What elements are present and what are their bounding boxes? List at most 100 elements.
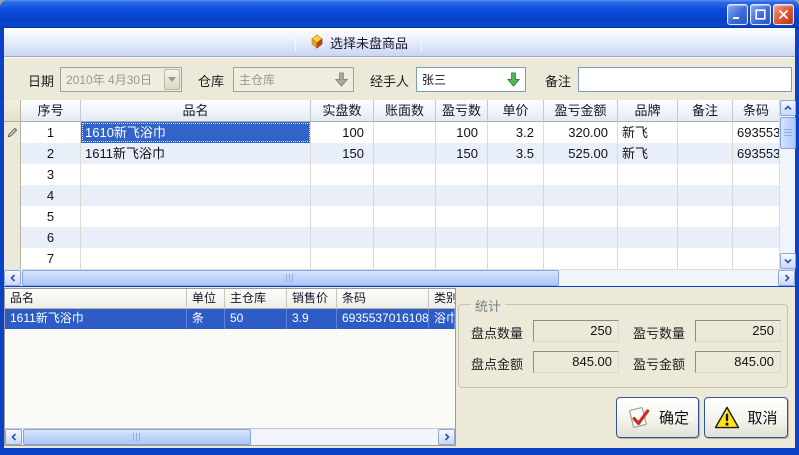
cell-profit-amount[interactable] <box>544 206 618 227</box>
handler-dropdown-button[interactable] <box>502 72 524 87</box>
detail-col-category[interactable]: 类别 <box>429 289 455 309</box>
cell-actual-qty[interactable] <box>311 185 374 206</box>
col-header-seq[interactable]: 序号 <box>21 100 81 122</box>
cell-seq[interactable]: 6 <box>21 227 81 248</box>
col-header-brand[interactable]: 品牌 <box>618 100 678 122</box>
table-row[interactable]: 3 <box>4 164 779 185</box>
cell-actual-qty[interactable] <box>311 164 374 185</box>
table-row[interactable]: 5 <box>4 206 779 227</box>
cell-profit-amount[interactable] <box>544 227 618 248</box>
scroll-left-button[interactable] <box>5 429 22 445</box>
col-header-name[interactable]: 品名 <box>81 100 311 122</box>
cell-barcode[interactable] <box>733 206 779 227</box>
cell-seq[interactable]: 4 <box>21 185 81 206</box>
cell-remark[interactable] <box>678 206 733 227</box>
cell-profit-amount[interactable] <box>544 248 618 269</box>
cell-seq[interactable]: 1 <box>21 122 81 143</box>
horizontal-scroll-thumb[interactable] <box>23 429 251 445</box>
table-row[interactable]: 6 <box>4 227 779 248</box>
cell-brand[interactable] <box>618 185 678 206</box>
cell-profit-qty[interactable]: 150 <box>436 143 488 164</box>
horizontal-scroll-thumb[interactable] <box>22 270 559 286</box>
cell-name-selected[interactable]: 1610新飞浴巾 <box>81 122 311 143</box>
ok-button[interactable]: 确定 <box>616 397 699 438</box>
date-picker[interactable]: 2010年 4月30日 <box>60 67 182 92</box>
remark-input[interactable] <box>578 67 792 92</box>
vertical-scroll-thumb[interactable] <box>780 117 796 149</box>
cell-remark[interactable] <box>678 227 733 248</box>
cell-unit-price[interactable] <box>488 206 544 227</box>
cell-barcode[interactable] <box>733 185 779 206</box>
cell-seq[interactable]: 2 <box>21 143 81 164</box>
table-row[interactable]: 4 <box>4 185 779 206</box>
cell-brand[interactable]: 新飞 <box>618 143 678 164</box>
cell-name[interactable] <box>81 206 311 227</box>
detail-cell-unit[interactable]: 条 <box>187 309 225 329</box>
cell-profit-amount[interactable] <box>544 185 618 206</box>
detail-cell-category[interactable]: 浴巾 <box>429 309 455 329</box>
cell-name[interactable] <box>81 227 311 248</box>
cell-profit-qty[interactable] <box>436 164 488 185</box>
cell-book-qty[interactable] <box>374 185 436 206</box>
cell-barcode[interactable]: 693553 <box>733 122 779 143</box>
cell-barcode[interactable] <box>733 227 779 248</box>
cell-seq[interactable]: 5 <box>21 206 81 227</box>
cell-book-qty[interactable] <box>374 206 436 227</box>
cell-profit-amount[interactable]: 320.00 <box>544 122 618 143</box>
cell-brand[interactable]: 新飞 <box>618 122 678 143</box>
cell-profit-qty[interactable] <box>436 227 488 248</box>
warehouse-select[interactable]: 主仓库 <box>233 67 354 92</box>
cell-profit-qty[interactable] <box>436 248 488 269</box>
cell-remark[interactable] <box>678 122 733 143</box>
scroll-down-button[interactable] <box>780 253 796 269</box>
cell-barcode[interactable] <box>733 164 779 185</box>
cell-barcode[interactable] <box>733 248 779 269</box>
col-header-barcode[interactable]: 条码 <box>733 100 779 122</box>
col-header-profit-qty[interactable]: 盈亏数 <box>436 100 488 122</box>
cell-unit-price[interactable]: 3.2 <box>488 122 544 143</box>
cell-unit-price[interactable]: 3.5 <box>488 143 544 164</box>
detail-horizontal-scrollbar[interactable] <box>5 428 455 445</box>
table-row[interactable]: 2 1611新飞浴巾 150 150 3.5 525.00 新飞 693553 <box>4 143 779 164</box>
grid-horizontal-scrollbar[interactable] <box>4 269 795 286</box>
col-header-profit-amount[interactable]: 盈亏金额 <box>544 100 618 122</box>
cell-brand[interactable] <box>618 206 678 227</box>
cell-book-qty[interactable] <box>374 248 436 269</box>
cell-profit-amount[interactable]: 525.00 <box>544 143 618 164</box>
cell-unit-price[interactable] <box>488 248 544 269</box>
cell-actual-qty[interactable]: 100 <box>311 122 374 143</box>
cell-barcode[interactable]: 693553 <box>733 143 779 164</box>
cell-brand[interactable] <box>618 164 678 185</box>
cell-name[interactable] <box>81 248 311 269</box>
cell-actual-qty[interactable] <box>311 227 374 248</box>
scroll-left-button[interactable] <box>4 270 21 286</box>
close-button[interactable] <box>773 4 794 25</box>
maximize-button[interactable] <box>750 4 771 25</box>
detail-row-selected[interactable]: 1611新飞浴巾 条 50 3.9 6935537016108 浴巾 <box>5 309 455 329</box>
detail-col-sale-price[interactable]: 销售价 <box>287 289 337 309</box>
cell-book-qty[interactable] <box>374 227 436 248</box>
date-dropdown-button[interactable] <box>164 69 180 90</box>
detail-col-name[interactable]: 品名 <box>5 289 187 309</box>
cell-unit-price[interactable] <box>488 185 544 206</box>
scroll-right-button[interactable] <box>438 429 455 445</box>
cell-seq[interactable]: 7 <box>21 248 81 269</box>
title-bar[interactable] <box>0 0 799 28</box>
col-header-book-qty[interactable]: 账面数 <box>374 100 436 122</box>
cell-brand[interactable] <box>618 227 678 248</box>
col-header-unit-price[interactable]: 单价 <box>488 100 544 122</box>
cell-actual-qty[interactable]: 150 <box>311 143 374 164</box>
cell-book-qty[interactable] <box>374 143 436 164</box>
cell-profit-qty[interactable] <box>436 206 488 227</box>
cell-name[interactable] <box>81 185 311 206</box>
cell-book-qty[interactable] <box>374 164 436 185</box>
table-row[interactable]: 1 1610新飞浴巾 100 100 3.2 320.00 新飞 693553 <box>4 122 779 143</box>
minimize-button[interactable] <box>727 4 748 25</box>
table-row[interactable]: 7 <box>4 248 779 269</box>
detail-col-unit[interactable]: 单位 <box>187 289 225 309</box>
scroll-right-button[interactable] <box>778 270 795 286</box>
scroll-up-button[interactable] <box>780 100 796 116</box>
cell-unit-price[interactable] <box>488 227 544 248</box>
cell-seq[interactable]: 3 <box>21 164 81 185</box>
col-header-remark[interactable]: 备注 <box>678 100 733 122</box>
